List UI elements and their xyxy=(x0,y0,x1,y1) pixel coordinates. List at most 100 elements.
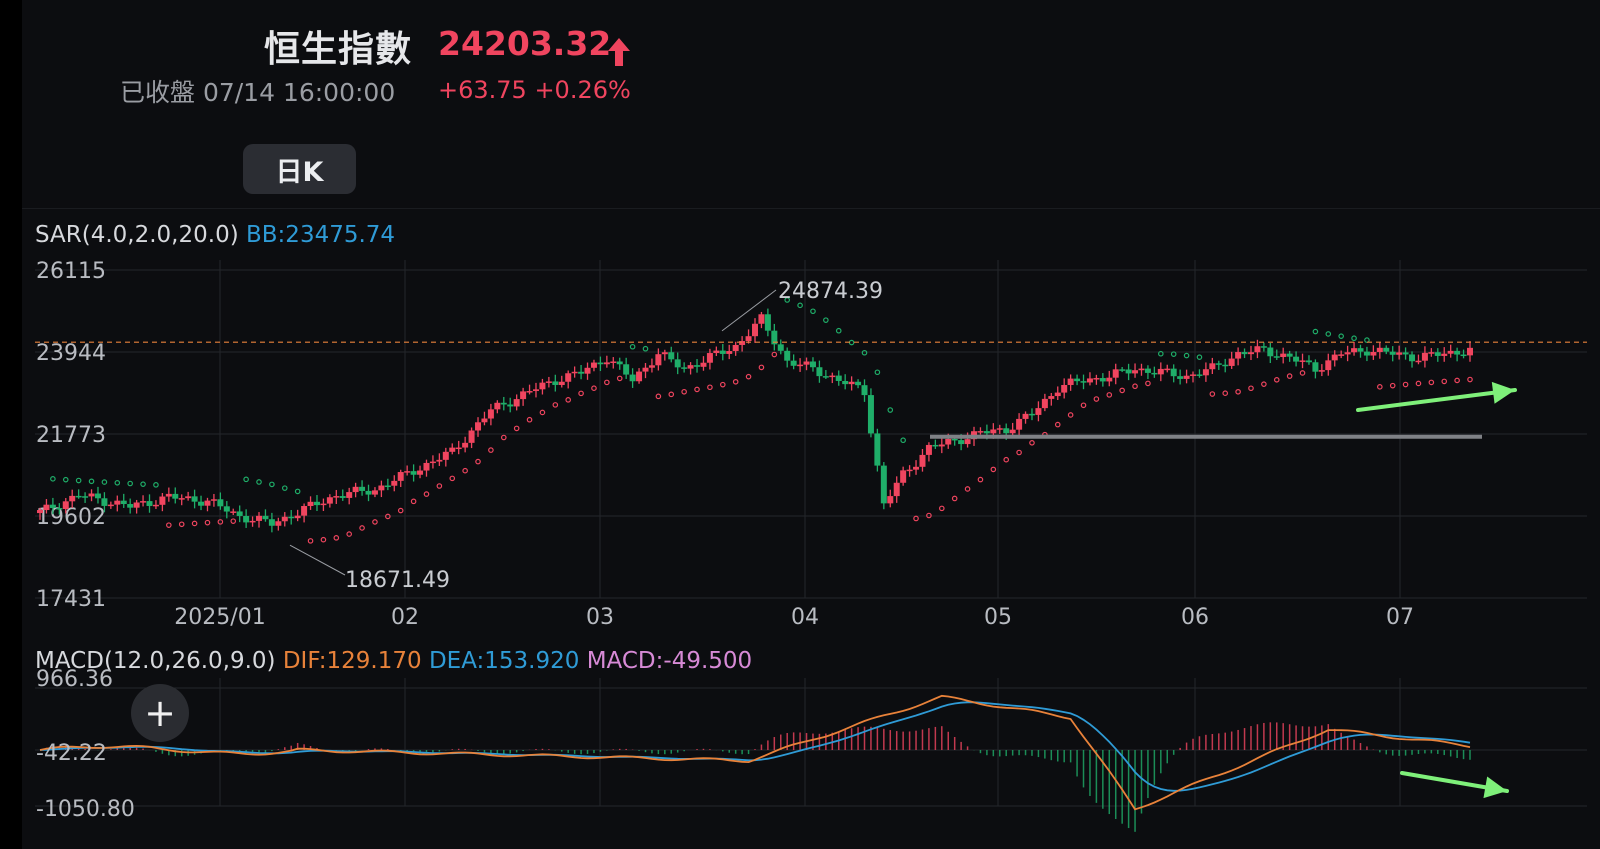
sar-dot xyxy=(256,479,262,485)
sar-dot xyxy=(114,480,121,486)
candle-body xyxy=(43,504,50,511)
candle-body xyxy=(616,361,623,365)
sar-dot xyxy=(1454,377,1460,384)
macd-y-tick-label: -42.22 xyxy=(36,741,107,766)
sar-dot xyxy=(681,388,687,395)
candle-body xyxy=(352,486,359,493)
candle-body xyxy=(1222,364,1229,367)
candle-body xyxy=(726,351,733,354)
candle-body xyxy=(539,382,546,390)
candle-body xyxy=(1035,408,1042,415)
candle-body xyxy=(996,428,1003,430)
sar-dots xyxy=(50,297,1473,544)
candle-body xyxy=(1228,358,1235,366)
candle-body xyxy=(797,364,804,367)
candle-body xyxy=(1415,360,1422,363)
high-annotation-label: 24874.39 xyxy=(778,279,883,304)
x-tick-label: 04 xyxy=(791,605,819,630)
candle-body xyxy=(1447,350,1454,354)
sar-dot xyxy=(1389,382,1396,389)
x-tick-label: 06 xyxy=(1181,605,1209,630)
candle-body xyxy=(1305,360,1312,363)
sar-dot xyxy=(1003,456,1010,463)
candle-body xyxy=(919,454,926,467)
candle-body xyxy=(1132,370,1139,374)
candle-body xyxy=(1376,347,1383,353)
sar-dot xyxy=(1338,333,1344,339)
candle-body xyxy=(462,442,469,448)
sar-dot xyxy=(1196,354,1203,360)
sar-dot xyxy=(990,466,997,473)
sar-dot xyxy=(1325,331,1332,337)
candle-body xyxy=(391,480,398,486)
candle-body xyxy=(925,444,932,455)
candle-body xyxy=(114,500,121,505)
candle-body xyxy=(1241,352,1248,355)
sar-dot xyxy=(629,343,636,350)
sar-dot xyxy=(1415,380,1422,387)
macd-y-tick-label: -1050.80 xyxy=(36,797,135,822)
candle-body xyxy=(223,506,230,512)
sar-dot xyxy=(1428,379,1435,386)
add-indicator-button[interactable]: + xyxy=(131,684,189,742)
candle-body xyxy=(719,350,726,354)
candle-body xyxy=(326,497,333,504)
y-tick-label: 17431 xyxy=(36,587,106,612)
candle-body xyxy=(243,515,250,523)
sar-dot xyxy=(1261,381,1267,387)
sar-dot xyxy=(823,317,829,323)
candle-body xyxy=(848,381,855,385)
sar-dot xyxy=(333,535,340,541)
candle-body xyxy=(1357,348,1364,352)
sar-dot xyxy=(939,505,945,512)
sar-dot xyxy=(281,485,288,491)
low-annotation-leader xyxy=(289,544,346,576)
sar-dot xyxy=(1067,412,1074,418)
sar-dot xyxy=(1402,381,1409,388)
stock-chart[interactable]: 26115239442177319602174312025/01 02 03 04 05… xyxy=(0,0,1600,849)
candle-body xyxy=(610,361,617,363)
sar-dot xyxy=(1351,335,1357,342)
candle-body xyxy=(217,499,224,507)
candle-body xyxy=(809,361,816,368)
candle-body xyxy=(1293,356,1300,362)
x-tick-label: 07 xyxy=(1386,605,1414,630)
candle-body xyxy=(185,496,192,499)
sar-dot xyxy=(307,538,314,544)
candle-body xyxy=(236,511,243,516)
sar-dot xyxy=(977,476,984,483)
candle-body xyxy=(990,429,997,434)
sar-dot xyxy=(552,402,559,408)
sar-dot xyxy=(166,522,172,528)
y-tick-label: 23944 xyxy=(36,341,106,366)
sar-dot xyxy=(1093,396,1100,402)
candle-body xyxy=(1441,353,1448,356)
candle-body xyxy=(777,344,784,351)
candle-body xyxy=(636,371,643,382)
sar-dot xyxy=(810,308,816,315)
candle-body xyxy=(500,402,507,405)
arrow-head xyxy=(1483,776,1507,799)
sar-dot xyxy=(462,467,468,474)
candle-body xyxy=(655,354,662,366)
candle-body xyxy=(75,495,82,498)
candle-body xyxy=(842,380,849,385)
candle-body xyxy=(1041,398,1048,409)
candle-body xyxy=(1286,353,1293,357)
candle-body xyxy=(1196,374,1203,376)
candle-body xyxy=(648,365,655,368)
candle-body xyxy=(146,501,153,506)
candle-body xyxy=(1247,352,1254,355)
candle-body xyxy=(1125,369,1132,374)
sar-dot xyxy=(951,495,958,502)
candle-body xyxy=(120,500,127,505)
sar-dot xyxy=(848,339,855,346)
candle-body xyxy=(752,323,758,337)
candle-body xyxy=(1370,352,1377,356)
candle-body xyxy=(449,447,456,452)
y-tick-label: 21773 xyxy=(36,423,106,448)
candle-body xyxy=(1202,369,1209,376)
candle-body xyxy=(977,431,984,433)
sar-dot xyxy=(758,364,765,371)
candle-body xyxy=(436,459,443,462)
